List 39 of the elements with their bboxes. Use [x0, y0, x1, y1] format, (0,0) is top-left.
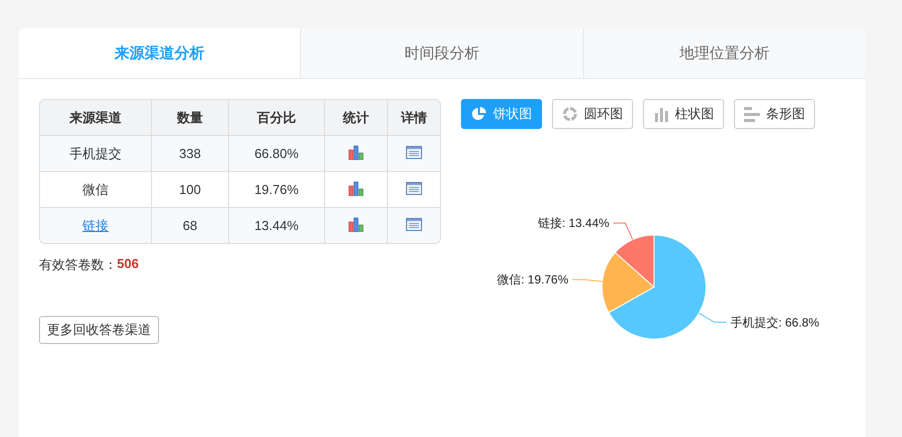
tab[interactable]: 时间段分析	[300, 28, 583, 78]
table-cell: 338	[179, 146, 201, 161]
horizontal-bar-icon	[744, 106, 760, 122]
bar-chart-icon[interactable]	[348, 144, 364, 160]
bar-chart-icon	[653, 106, 669, 122]
chart-type-button[interactable]: 圆环图	[552, 99, 633, 129]
column-header: 详情	[388, 100, 440, 136]
table-cell: 19.76%	[254, 182, 299, 197]
bar-chart-icon[interactable]	[348, 216, 364, 232]
chart-type-button[interactable]: 条形图	[734, 99, 815, 129]
slice-label: 手机提交: 66.8%	[730, 315, 820, 330]
leader-line	[612, 222, 634, 240]
tab[interactable]: 地理位置分析	[582, 28, 865, 78]
list-icon[interactable]	[406, 146, 422, 158]
table-cell: 66.80%	[254, 146, 299, 161]
chart-type-button[interactable]: 饼状图	[461, 99, 542, 129]
slice-label: 微信: 19.76%	[497, 272, 568, 287]
column-header: 统计	[325, 100, 388, 136]
slice-label: 链接: 13.44%	[538, 216, 610, 230]
channel-link[interactable]: 链接	[82, 218, 108, 232]
list-icon[interactable]	[406, 182, 422, 194]
donut-chart-icon	[562, 106, 578, 122]
leader-line	[572, 279, 603, 282]
leader-line	[698, 312, 727, 323]
chart-type-button[interactable]: 柱状图	[643, 99, 724, 129]
pie-chart-icon	[471, 106, 487, 122]
table-cell: 13.44%	[254, 218, 299, 233]
bar-chart-icon[interactable]	[348, 180, 364, 196]
table-cell: 手机提交	[70, 146, 122, 160]
column-header: 百分比	[229, 100, 325, 136]
total-value: 506	[117, 256, 139, 273]
total-label: 有效答卷数：	[39, 256, 117, 274]
list-icon[interactable]	[406, 218, 422, 230]
table-cell: 微信	[82, 182, 108, 196]
more-channels-button[interactable]: 更多回收答卷渠道	[39, 316, 159, 344]
table-cell: 68	[182, 218, 198, 233]
table-cell: 100	[179, 182, 201, 197]
column-header: 来源渠道	[40, 100, 152, 136]
column-header: 数量	[152, 100, 229, 136]
